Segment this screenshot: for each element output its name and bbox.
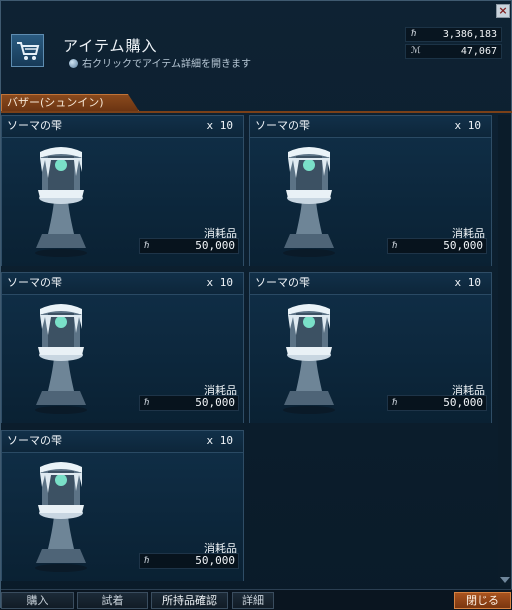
price-currency-icon: ℏ	[144, 241, 150, 251]
item-card[interactable]: ソーマの雫 x 10 消耗品 ℏ 50,000	[249, 272, 492, 423]
hint-text: 右クリックでアイテム詳細を開きます	[69, 55, 251, 70]
soma-drop-icon	[35, 462, 87, 572]
price-value: 50,000	[443, 396, 483, 409]
item-price: ℏ 50,000	[139, 553, 239, 569]
soma-drop-icon	[283, 147, 335, 257]
item-name: ソーマの雫	[7, 119, 62, 132]
price-value: 50,000	[195, 554, 235, 567]
item-body: 消耗品 ℏ 50,000	[250, 138, 491, 266]
info-globe-icon	[69, 59, 78, 68]
scrollbar[interactable]	[498, 115, 511, 585]
item-qty: x 10	[206, 434, 234, 447]
try-on-button[interactable]: 試着	[77, 592, 148, 609]
scroll-down-icon[interactable]	[500, 577, 510, 583]
item-name: ソーマの雫	[255, 119, 310, 132]
item-card[interactable]: ソーマの雫 x 10 消耗品 ℏ 50,000	[1, 272, 244, 423]
item-card[interactable]: ソーマの雫 x 10 消耗品 ℏ 50,000	[249, 115, 492, 266]
close-button[interactable]: 閉じる	[454, 592, 511, 609]
item-body: 消耗品 ℏ 50,000	[2, 138, 243, 266]
soma-drop-icon	[35, 304, 87, 414]
window-title: アイテム購入	[63, 37, 158, 55]
shop-tab[interactable]: バザー(シュンイン)	[1, 94, 139, 111]
item-header: ソーマの雫 x 10	[250, 273, 491, 295]
hint-label: 右クリックでアイテム詳細を開きます	[82, 59, 251, 70]
item-name: ソーマの雫	[255, 276, 310, 289]
item-card[interactable]: ソーマの雫 x 10 消耗品 ℏ 50,000	[1, 115, 244, 266]
item-price: ℏ 50,000	[387, 238, 487, 254]
item-qty: x 10	[454, 119, 482, 132]
owned-check-button[interactable]: 所持品確認	[151, 592, 228, 609]
item-header: ソーマの雫 x 10	[2, 431, 243, 453]
item-header: ソーマの雫 x 10	[2, 116, 243, 138]
item-qty: x 10	[206, 276, 234, 289]
price-currency-icon: ℏ	[392, 241, 398, 251]
item-price: ℏ 50,000	[139, 238, 239, 254]
item-body: 消耗品 ℏ 50,000	[2, 453, 243, 581]
soma-drop-icon	[35, 147, 87, 257]
item-name: ソーマの雫	[7, 434, 62, 447]
details-button[interactable]: 詳細	[232, 592, 274, 609]
item-qty: x 10	[206, 119, 234, 132]
soma-drop-icon	[283, 304, 335, 414]
gold-currency-icon: ℏ	[411, 29, 417, 39]
points-currency-icon: ℳ	[411, 46, 421, 56]
item-body: 消耗品 ℏ 50,000	[250, 295, 491, 423]
tab-divider	[1, 111, 512, 113]
window-close-icon[interactable]: ×	[496, 4, 510, 18]
item-card[interactable]: ソーマの雫 x 10 消耗品 ℏ 50,000	[1, 430, 244, 581]
item-qty: x 10	[454, 276, 482, 289]
gold-amount: 3,386,183	[442, 29, 497, 40]
gold-balance: ℏ 3,386,183	[405, 27, 502, 42]
points-amount: 47,067	[460, 46, 497, 57]
price-currency-icon: ℏ	[392, 398, 398, 408]
item-price: ℏ 50,000	[139, 395, 239, 411]
item-purchase-window: × アイテム購入 右クリックでアイテム詳細を開きます ℏ 3,386,183 ℳ…	[0, 0, 512, 610]
item-header: ソーマの雫 x 10	[2, 273, 243, 295]
buy-button[interactable]: 購入	[1, 592, 74, 609]
item-name: ソーマの雫	[7, 276, 62, 289]
price-currency-icon: ℏ	[144, 556, 150, 566]
item-body: 消耗品 ℏ 50,000	[2, 295, 243, 423]
price-currency-icon: ℏ	[144, 398, 150, 408]
price-value: 50,000	[443, 239, 483, 252]
item-price: ℏ 50,000	[387, 395, 487, 411]
bottom-bar: 購入 試着 所持品確認 詳細 閉じる	[1, 589, 512, 610]
price-value: 50,000	[195, 396, 235, 409]
cart-icon	[11, 34, 44, 67]
price-value: 50,000	[195, 239, 235, 252]
points-balance: ℳ 47,067	[405, 44, 502, 59]
item-header: ソーマの雫 x 10	[250, 116, 491, 138]
